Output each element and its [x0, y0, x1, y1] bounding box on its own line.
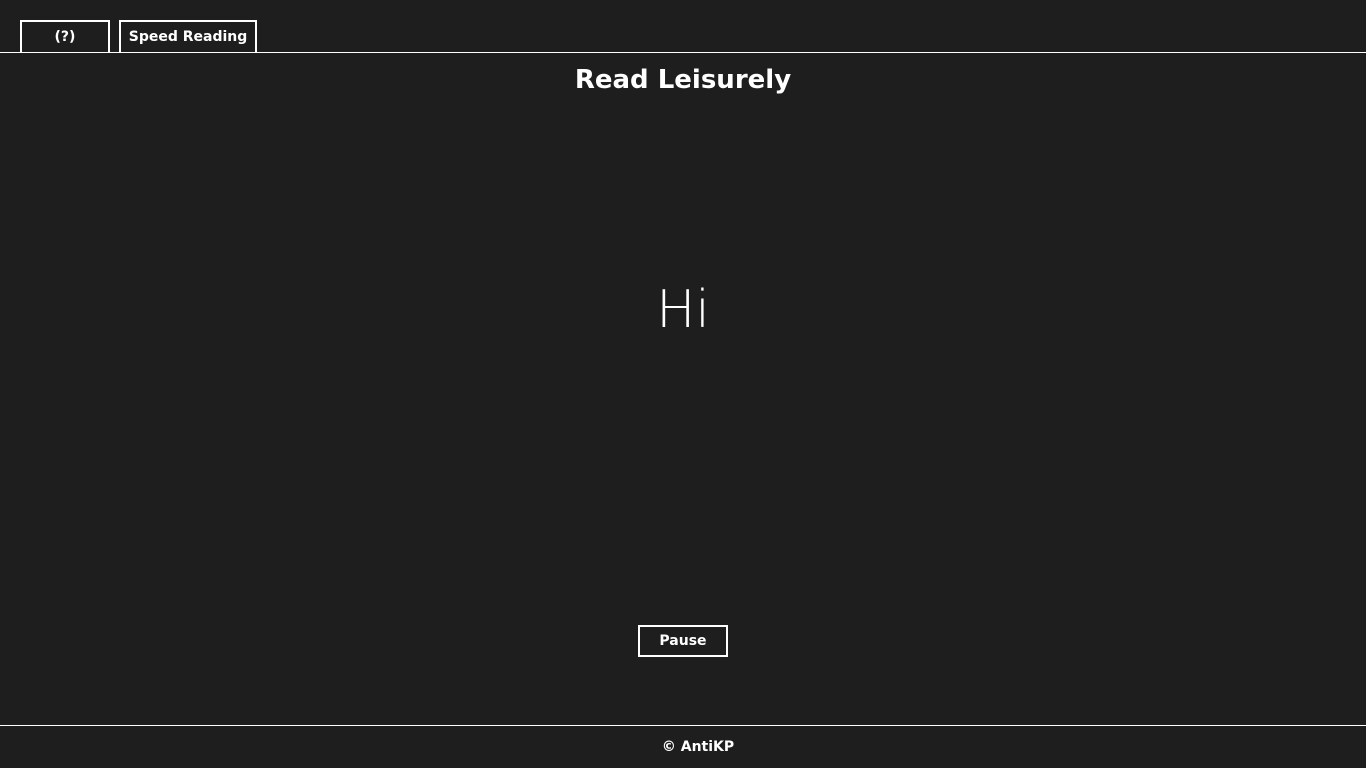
copyright-text: © AntiKP	[661, 739, 735, 755]
bottom-divider	[0, 725, 1366, 726]
pause-button[interactable]: Pause	[638, 625, 728, 657]
help-button[interactable]: (?)	[20, 20, 110, 52]
app-window: (?) Speed Reading Read Leisurely Hi Paus…	[0, 0, 1366, 768]
speed-reading-button[interactable]: Speed Reading	[119, 20, 257, 52]
top-divider	[0, 52, 1366, 53]
page-title: Read Leisurely	[574, 65, 792, 95]
current-word-display: Hi	[656, 280, 710, 340]
